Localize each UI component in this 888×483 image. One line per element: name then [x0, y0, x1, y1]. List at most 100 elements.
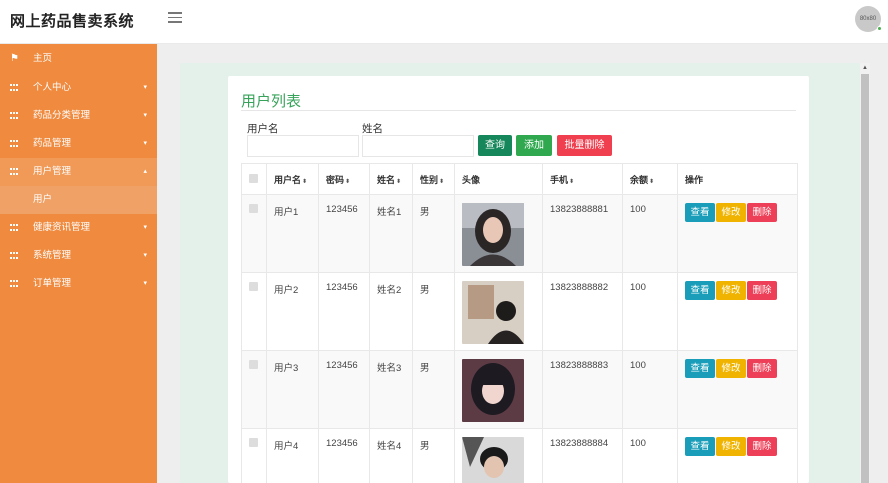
cell-username: 用户2: [266, 272, 319, 351]
row-checkbox[interactable]: [249, 438, 258, 447]
sidebar-subitem-users[interactable]: 用户: [0, 186, 157, 214]
cell-balance: 100: [622, 194, 678, 273]
sidebar-item-user-management[interactable]: 用户管理 ▴: [0, 158, 157, 186]
column-header-avatar: 头像: [454, 163, 543, 195]
sidebar-item-label: 药品分类管理: [33, 110, 91, 121]
sidebar-item-system-management[interactable]: 系统管理 ▾: [0, 242, 157, 270]
view-button[interactable]: 查看: [685, 359, 715, 378]
app-title: 网上药品售卖系统: [10, 13, 135, 30]
sidebar-item-order-management[interactable]: 订单管理 ▾: [0, 270, 157, 298]
grid-icon: [10, 168, 19, 176]
select-all-checkbox[interactable]: [249, 173, 258, 183]
online-status-dot: [877, 26, 882, 31]
name-label: 姓名: [362, 123, 383, 135]
sidebar-item-drug-management[interactable]: 药品管理 ▾: [0, 130, 157, 158]
user-list-card: 用户列表 用户名 姓名 查询 添加 批量删除 用户名⬍ 密码⬍ 姓名⬍ 性别⬍ …: [228, 76, 809, 483]
username-search-input[interactable]: [247, 135, 359, 157]
sidebar-item-home[interactable]: ⚑ 主页: [0, 44, 157, 74]
cell-username: 用户4: [266, 428, 319, 483]
delete-button[interactable]: 删除: [747, 359, 777, 378]
edit-button[interactable]: 修改: [716, 359, 746, 378]
add-button[interactable]: 添加: [516, 135, 552, 156]
chevron-down-icon: ▾: [143, 140, 147, 147]
cell-name: 姓名4: [369, 428, 413, 483]
cell-balance: 100: [622, 272, 678, 351]
name-search-input[interactable]: [362, 135, 474, 157]
column-header-phone[interactable]: 手机⬍: [542, 163, 623, 195]
user-avatar-photo: [462, 437, 524, 483]
cell-phone: 13823888881: [542, 194, 623, 273]
column-header-name[interactable]: 姓名⬍: [369, 163, 413, 195]
table-row: 用户3 123456 姓名3 男 13823888883 100 查看 修改 删除: [241, 350, 798, 429]
grid-icon: [10, 252, 19, 260]
grid-icon: [10, 224, 19, 232]
view-button[interactable]: 查看: [685, 437, 715, 456]
sidebar-item-label: 药品管理: [33, 138, 72, 149]
sort-icon: ⬍: [569, 178, 575, 185]
delete-button[interactable]: 删除: [747, 203, 777, 222]
batch-delete-button[interactable]: 批量删除: [557, 135, 612, 156]
delete-button[interactable]: 删除: [747, 437, 777, 456]
cell-password: 123456: [318, 272, 370, 351]
edit-button[interactable]: 修改: [716, 437, 746, 456]
sidebar-item-label: 个人中心: [33, 82, 72, 93]
cell-phone: 13823888882: [542, 272, 623, 351]
table-header-row: 用户名⬍ 密码⬍ 姓名⬍ 性别⬍ 头像 手机⬍ 余额⬍ 操作: [241, 163, 798, 195]
sidebar-item-label: 健康资讯管理: [33, 222, 91, 233]
grid-icon: [10, 280, 19, 288]
title-divider: [241, 110, 796, 111]
column-header-password[interactable]: 密码⬍: [318, 163, 370, 195]
cell-phone: 13823888883: [542, 350, 623, 429]
chevron-down-icon: ▾: [143, 280, 147, 287]
column-header-gender[interactable]: 性别⬍: [412, 163, 455, 195]
user-avatar-photo: [462, 203, 524, 266]
table-row: 用户4 123456 姓名4 男 13823888884 100 查看 修改 删除: [241, 428, 798, 483]
grid-icon: [10, 84, 19, 92]
cell-gender: 男: [412, 194, 455, 273]
grid-icon: [10, 140, 19, 148]
edit-button[interactable]: 修改: [716, 203, 746, 222]
scroll-up-arrow-icon[interactable]: ▲: [862, 65, 868, 71]
cell-password: 123456: [318, 350, 370, 429]
row-checkbox[interactable]: [249, 204, 258, 213]
sidebar-item-label: 用户管理: [33, 166, 72, 177]
sidebar-item-label: 系统管理: [33, 250, 72, 261]
column-header-actions: 操作: [677, 163, 798, 195]
select-all-cell: [241, 163, 267, 195]
row-checkbox[interactable]: [249, 360, 258, 369]
sidebar-item-label: 主页: [33, 53, 53, 64]
scrollbar-thumb[interactable]: [861, 74, 869, 483]
sidebar-item-label: 订单管理: [33, 278, 72, 289]
cell-name: 姓名1: [369, 194, 413, 273]
username-label: 用户名: [247, 123, 279, 135]
sidebar-item-health-news[interactable]: 健康资讯管理 ▾: [0, 214, 157, 242]
column-header-username[interactable]: 用户名⬍: [266, 163, 319, 195]
sidebar-item-drug-category[interactable]: 药品分类管理 ▾: [0, 102, 157, 130]
delete-button[interactable]: 删除: [747, 281, 777, 300]
chevron-down-icon: ▾: [143, 112, 147, 119]
cell-name: 姓名2: [369, 272, 413, 351]
cell-gender: 男: [412, 350, 455, 429]
cell-phone: 13823888884: [542, 428, 623, 483]
sidebar: ⚑ 主页 个人中心 ▾ 药品分类管理 ▾ 药品管理 ▾ 用户管理 ▴ 用户 健康…: [0, 44, 157, 483]
column-header-balance[interactable]: 余额⬍: [622, 163, 678, 195]
menu-toggle-icon[interactable]: [168, 12, 182, 24]
cell-gender: 男: [412, 428, 455, 483]
row-checkbox[interactable]: [249, 282, 258, 291]
cell-gender: 男: [412, 272, 455, 351]
cell-password: 123456: [318, 428, 370, 483]
sort-icon: ⬍: [396, 178, 402, 185]
chevron-down-icon: ▾: [143, 224, 147, 231]
search-button[interactable]: 查询: [478, 135, 512, 156]
view-button[interactable]: 查看: [685, 281, 715, 300]
chevron-down-icon: ▾: [143, 252, 147, 259]
sidebar-item-personal-center[interactable]: 个人中心 ▾: [0, 74, 157, 102]
view-button[interactable]: 查看: [685, 203, 715, 222]
top-header: 网上药品售卖系统 80x80: [0, 0, 888, 44]
edit-button[interactable]: 修改: [716, 281, 746, 300]
cell-username: 用户1: [266, 194, 319, 273]
page-title: 用户列表: [241, 93, 302, 110]
sort-icon: ⬍: [302, 178, 308, 185]
user-avatar-photo: [462, 359, 524, 422]
cell-username: 用户3: [266, 350, 319, 429]
